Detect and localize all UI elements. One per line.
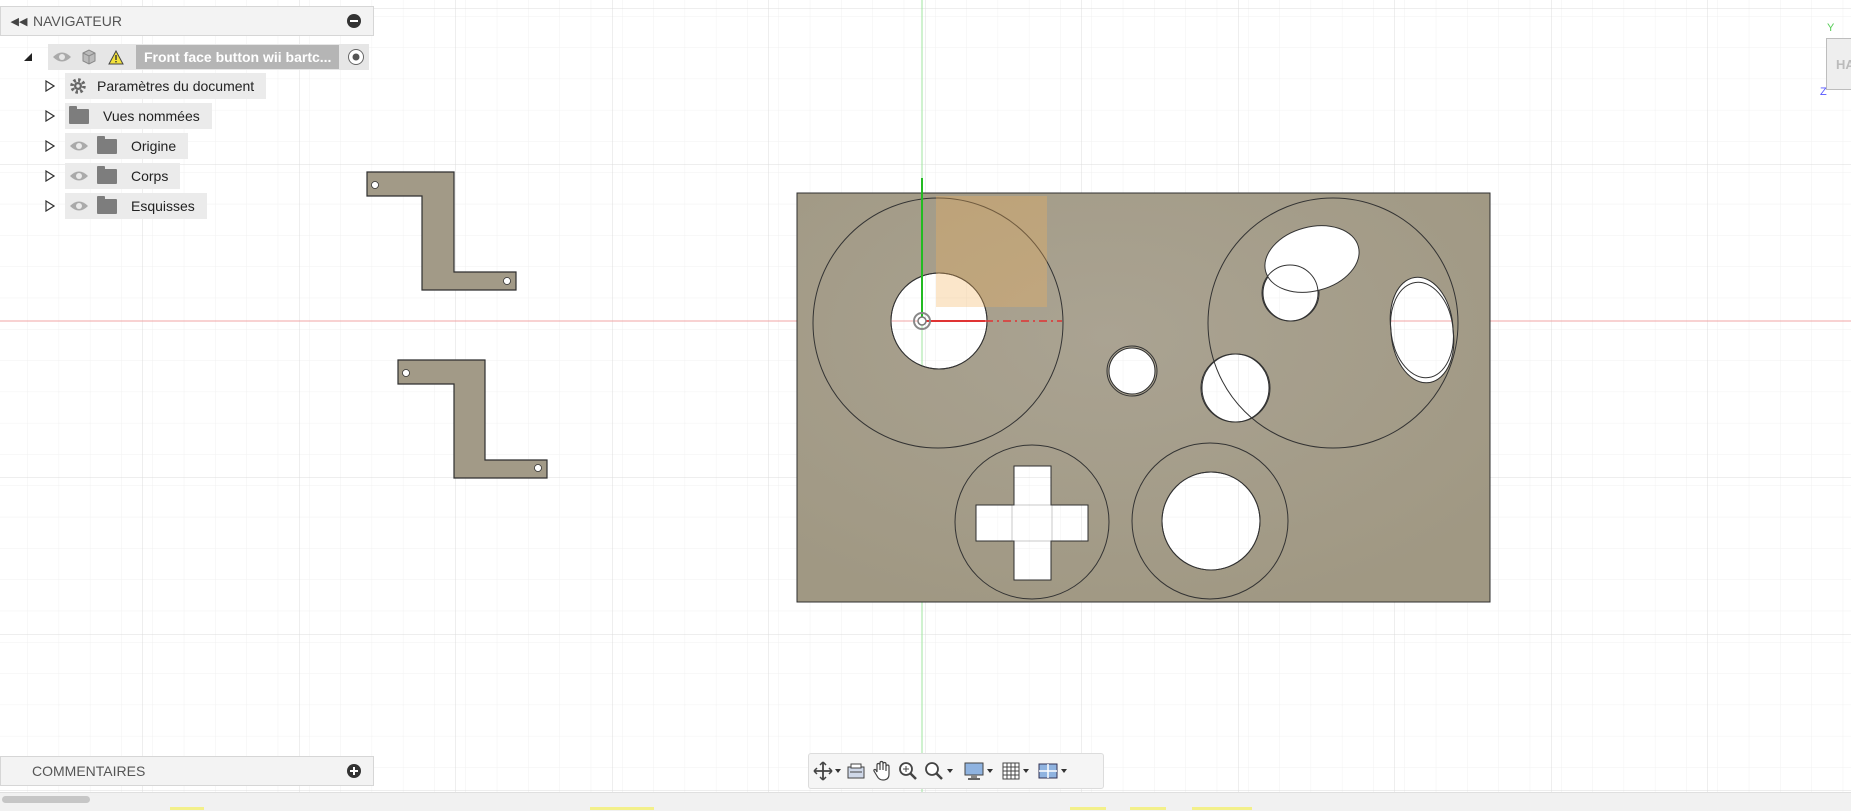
horizontal-scrollbar[interactable]	[2, 796, 90, 803]
component-icon	[82, 49, 96, 65]
viewcube[interactable]: HA	[1826, 38, 1851, 90]
tree-item-label: Corps	[131, 168, 169, 184]
comments-title: COMMENTAIRES	[32, 763, 146, 779]
add-comment-icon[interactable]	[347, 764, 361, 778]
chevron-down-icon[interactable]	[835, 769, 841, 773]
look-at-icon	[847, 763, 865, 779]
pan-button[interactable]	[871, 757, 893, 785]
minimize-icon[interactable]	[347, 14, 361, 28]
bracket-hole	[371, 181, 379, 189]
timeline-strip	[0, 792, 1851, 811]
eye-icon[interactable]	[69, 170, 89, 182]
design-canvas[interactable]	[0, 0, 1851, 810]
tree-item-bodies[interactable]: Corps	[45, 163, 181, 189]
collapse-panel-icon[interactable]: ◀◀	[7, 15, 31, 28]
bracket-hole	[402, 369, 410, 377]
tree-item-document-settings[interactable]: Paramètres du document	[45, 73, 267, 99]
gear-icon	[70, 78, 86, 94]
viewports-icon	[1038, 763, 1058, 779]
bracket-hole	[534, 464, 542, 472]
zoom-icon	[899, 762, 917, 780]
look-at-button[interactable]	[845, 757, 867, 785]
tree-item-label: Origine	[131, 138, 177, 154]
display-settings-icon	[964, 762, 984, 780]
orbit-icon	[813, 761, 833, 781]
front-face-plate[interactable]	[796, 192, 1491, 603]
warning-icon	[108, 49, 124, 64]
expand-triangle-icon[interactable]	[45, 170, 55, 182]
expand-triangle-icon[interactable]	[45, 80, 55, 92]
tree-item-label: Paramètres du document	[97, 78, 255, 94]
chevron-down-icon[interactable]	[1061, 769, 1067, 773]
grid-settings-icon	[1002, 762, 1020, 780]
viewports-button[interactable]	[1037, 757, 1067, 785]
expanded-triangle-icon[interactable]	[22, 51, 34, 63]
tree-item-label: Vues nommées	[103, 108, 200, 124]
viewcube-axis-z: Z	[1820, 86, 1827, 98]
root-component-label[interactable]: Front face button wii bartc...	[136, 45, 340, 69]
chevron-down-icon[interactable]	[987, 769, 993, 773]
fit-zoom-button[interactable]	[923, 757, 953, 785]
navigation-toolbar	[808, 753, 1104, 789]
grid-settings-button[interactable]	[1001, 757, 1029, 785]
navigator-panel: ◀◀ NAVIGATEUR	[0, 6, 374, 36]
expand-triangle-icon[interactable]	[45, 140, 55, 152]
eye-icon[interactable]	[52, 51, 72, 63]
bracket-hole	[503, 277, 511, 285]
folder-icon	[69, 105, 89, 124]
tree-root-row[interactable]: Front face button wii bartc...	[22, 44, 370, 70]
navigator-title: NAVIGATEUR	[33, 13, 122, 29]
pan-icon	[873, 760, 890, 781]
tree-item-label: Esquisses	[131, 198, 195, 214]
folder-icon	[97, 195, 117, 214]
eye-icon[interactable]	[69, 200, 89, 212]
folder-icon	[97, 165, 117, 184]
origin-plane-highlight	[936, 196, 1047, 307]
orbit-button[interactable]	[813, 757, 841, 785]
viewcube-axis-y: Y	[1827, 22, 1835, 34]
origin-point-center	[917, 316, 927, 326]
zoom-button[interactable]	[897, 757, 919, 785]
tree-item-named-views[interactable]: Vues nommées	[45, 103, 212, 129]
eye-icon[interactable]	[69, 140, 89, 152]
expand-triangle-icon[interactable]	[45, 200, 55, 212]
display-settings-button[interactable]	[963, 757, 993, 785]
viewcube-face-label: HA	[1836, 56, 1851, 72]
comments-panel: COMMENTAIRES	[0, 756, 374, 786]
folder-icon	[97, 135, 117, 154]
chevron-down-icon[interactable]	[947, 769, 953, 773]
fit-zoom-icon	[925, 762, 943, 780]
tree-item-sketches[interactable]: Esquisses	[45, 193, 207, 219]
chevron-down-icon[interactable]	[1023, 769, 1029, 773]
tree-item-origin[interactable]: Origine	[45, 133, 189, 159]
activate-radio-icon[interactable]	[347, 48, 365, 66]
expand-triangle-icon[interactable]	[45, 110, 55, 122]
